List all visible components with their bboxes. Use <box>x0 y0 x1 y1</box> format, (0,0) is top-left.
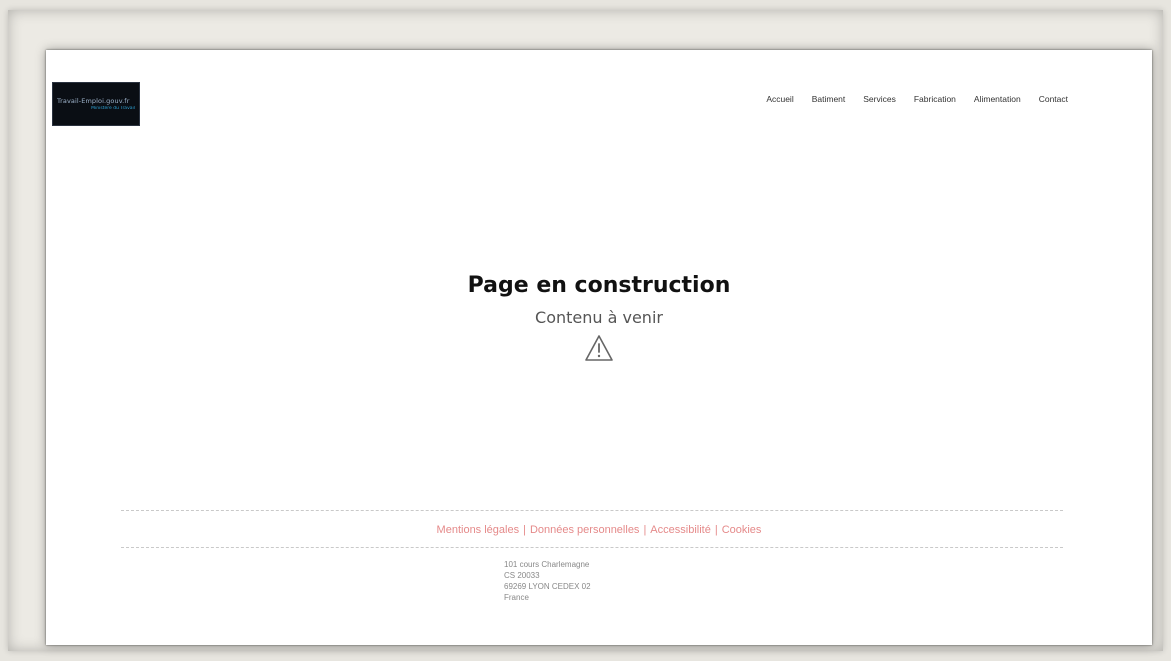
footer-link-mentions-legales[interactable]: Mentions légales <box>437 524 520 536</box>
logo-title: Travail-Emploi.gouv.fr <box>57 97 130 105</box>
page-subtitle: Contenu à venir <box>535 308 663 327</box>
footer-separator: | <box>523 524 526 536</box>
footer-links: Mentions légales | Données personnelles | Ac… <box>46 524 1152 536</box>
footer-link-donnees-personnelles[interactable]: Données personnelles <box>530 524 639 536</box>
warning-triangle-icon <box>585 335 613 361</box>
nav-item-services[interactable]: Services <box>863 94 896 104</box>
address-line: 101 cours Charlemagne <box>504 560 590 569</box>
browser-viewport: Travail-Emploi.gouv.fr Ministère du Trav… <box>46 50 1152 645</box>
nav-item-contact[interactable]: Contact <box>1039 94 1068 104</box>
footer-separator: | <box>643 524 647 536</box>
photo-frame: Travail-Emploi.gouv.fr Ministère du Trav… <box>8 10 1163 651</box>
page-title: Page en construction <box>467 273 731 298</box>
address-line: France <box>504 593 529 602</box>
address-line: 69269 LYON CEDEX 02 <box>504 582 591 591</box>
nav-item-fabrication[interactable]: Fabrication <box>914 94 956 104</box>
nav-item-batiment[interactable]: Batiment <box>812 94 846 104</box>
address-line: CS 20033 <box>504 571 540 580</box>
logo-subtitle: Ministère du Travail <box>91 106 135 111</box>
footer-link-cookies[interactable]: Cookies <box>722 524 762 536</box>
footer-divider-bottom <box>121 547 1063 548</box>
main-navigation: Accueil Batiment Services Fabrication Al… <box>766 94 1068 104</box>
footer-link-accessibilite[interactable]: Accessibilité <box>650 524 711 536</box>
footer-divider-top <box>121 510 1063 511</box>
nav-item-accueil[interactable]: Accueil <box>766 94 793 104</box>
nav-item-alimentation[interactable]: Alimentation <box>974 94 1021 104</box>
postal-address: 101 cours Charlemagne CS 20033 69269 LYO… <box>504 559 591 603</box>
site-logo[interactable]: Travail-Emploi.gouv.fr Ministère du Trav… <box>52 82 140 126</box>
footer-separator: | <box>714 524 718 536</box>
construction-message: Page en construction Contenu à venir <box>46 272 1152 362</box>
